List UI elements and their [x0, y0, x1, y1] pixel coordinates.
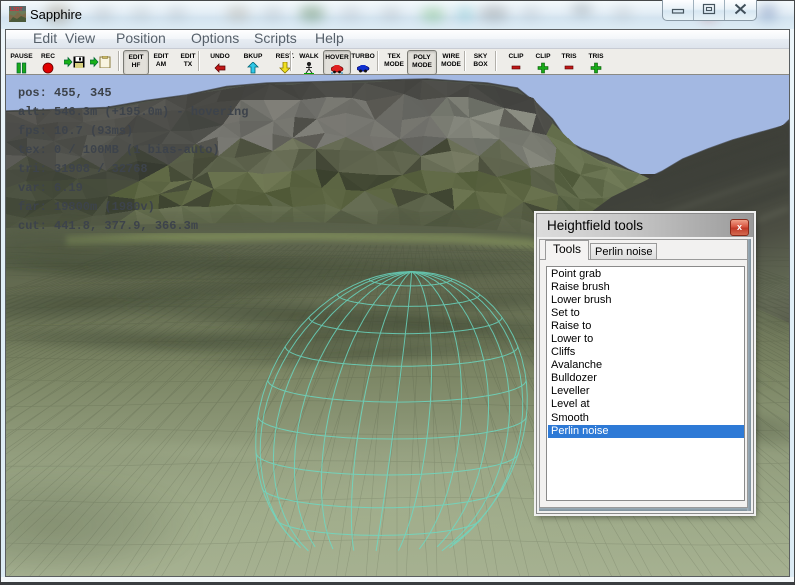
svg-text:L3DT: L3DT [10, 7, 23, 13]
